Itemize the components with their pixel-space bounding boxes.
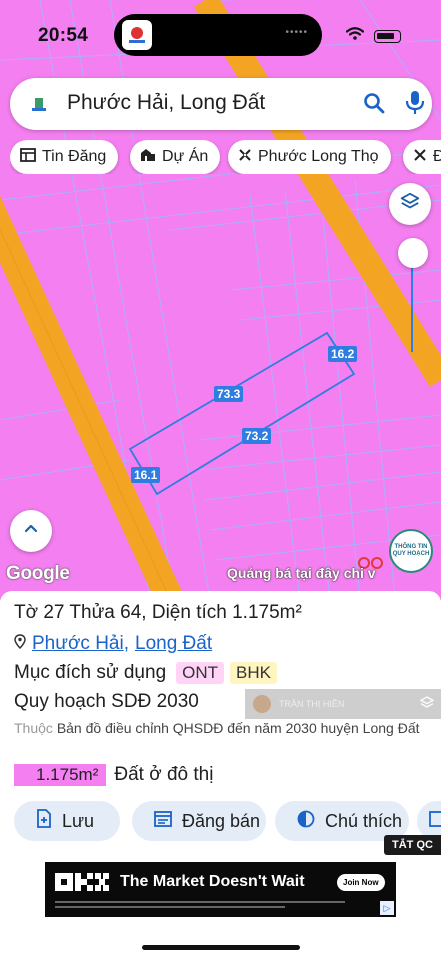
chip-label: Tin Đăng [42,148,107,165]
district-link[interactable]: Long Đất [135,633,212,655]
edge-length-label: 73.3 [214,386,244,402]
ad-cta-button[interactable]: Join Now [337,874,385,891]
area-type: Đất ở đô thị [114,764,214,785]
badge-line-2: QUY HOẠCH [392,551,430,557]
bookmark-add-icon [36,809,52,833]
chip-label: Phước Long Thọ [258,148,379,165]
location-separator: , [123,633,129,654]
desc-prefix: Thuộc [14,720,53,736]
user-watermark-name: TRẦN THỊ HIỀN [279,699,345,709]
opacity-slider[interactable] [398,238,428,354]
save-label: Lưu [62,810,95,831]
legend-label: Chú thích [325,810,403,831]
user-watermark: TRẦN THỊ HIỀN [245,689,441,719]
ward-link[interactable]: Phước Hải [32,633,124,655]
slider-handle[interactable] [398,238,428,268]
chevron-up-icon [23,521,39,542]
island-dots: ••••• [285,27,308,38]
wifi-icon [345,27,365,45]
microphone-icon[interactable] [405,90,425,121]
purpose-label: Mục đích sử dụng [14,662,167,683]
slider-track [411,254,413,352]
status-time: 20:54 [38,25,89,46]
status-icons [345,27,401,45]
desc-text: Bản đồ điều chỉnh QHSDĐ đến năm 2030 huy… [56,720,420,736]
battery-icon [374,29,401,43]
plan-title: Quy hoạch SDĐ 2030 [14,691,199,712]
search-input[interactable]: Phước Hải, Long Đất [67,91,265,115]
location-pin-icon [14,633,26,655]
ad-banner[interactable]: The Market Doesn't Wait Join Now ▷ [45,862,396,917]
home-indicator[interactable] [142,945,300,950]
listing-icon [154,810,172,832]
chip-partial[interactable]: Đ [403,140,441,174]
layers-icon [419,695,435,713]
parcel-outline[interactable] [128,331,356,496]
edge-length-label: 73.2 [242,428,272,444]
ad-headline: The Market Doesn't Wait [120,873,305,890]
avatar [253,695,271,713]
dynamic-island: ••••• [114,14,322,56]
parcel-location: Phước Hải, Long Đất [14,633,212,655]
area-row: 1.175m² Đất ở đô thị [14,764,213,786]
plan-description: Thuộc Bản đồ điều chỉnh QHSDĐ đến năm 20… [14,718,434,739]
badge-line-1: THÔNG TIN [394,544,428,550]
post-sale-button[interactable]: Đăng bán [132,801,266,841]
search-icon[interactable] [362,91,386,120]
hide-ads-button[interactable]: TẮT QC [384,835,441,855]
adchoices-icon[interactable]: ▷ [380,901,394,915]
close-icon [238,148,252,167]
layers-icon [399,191,421,218]
edge-length-label: 16.1 [131,467,161,483]
google-logo: Google [6,563,70,584]
chip-tin-dang[interactable]: Tin Đăng [10,140,119,174]
planning-info-badge[interactable]: THÔNG TIN QUY HOẠCH [389,529,433,573]
expand-panel-button[interactable] [10,510,52,552]
app-logo-icon [26,92,52,116]
area-value: 1.175m² [14,764,107,786]
okx-logo [55,873,109,896]
map-ad-label[interactable]: Quảng bá tại đây chi v [227,565,376,581]
search-bar[interactable]: Phước Hải, Long Đất [10,78,432,130]
newspaper-icon [20,147,36,167]
chip-label: Dự Án [162,148,209,165]
chip-du-an[interactable]: Dự Án [130,140,221,174]
action-icon [429,810,441,832]
ad-fine-print [55,901,345,908]
status-bar: 20:54 ••••• [0,0,441,70]
chip-phuoc-long-tho[interactable]: Phước Long Thọ [228,140,391,174]
save-button[interactable]: Lưu [14,801,120,841]
filter-chips: Tin Đăng Dự Án Phước Long Thọ Đ [10,140,441,174]
action-buttons: Lưu Đăng bán Chú thích [14,801,441,841]
close-icon [413,148,427,167]
contrast-icon [297,810,315,833]
layers-button[interactable] [389,183,431,225]
purpose-tag-bhk: BHK [230,662,277,684]
edge-length-label: 16.2 [328,346,358,362]
post-sale-label: Đăng bán [182,810,261,831]
land-use-row: Mục đích sử dụng ONT BHK [14,662,277,684]
purpose-tag-ont: ONT [176,662,225,684]
app-logo-icon [122,20,152,50]
parcel-info-panel: Tờ 27 Thửa 64, Diện tích 1.175m² Phước H… [0,591,441,960]
chip-label: Đ [433,148,441,165]
parcel-title: Tờ 27 Thửa 64, Diện tích 1.175m² [14,602,302,623]
buildings-icon [140,147,156,167]
